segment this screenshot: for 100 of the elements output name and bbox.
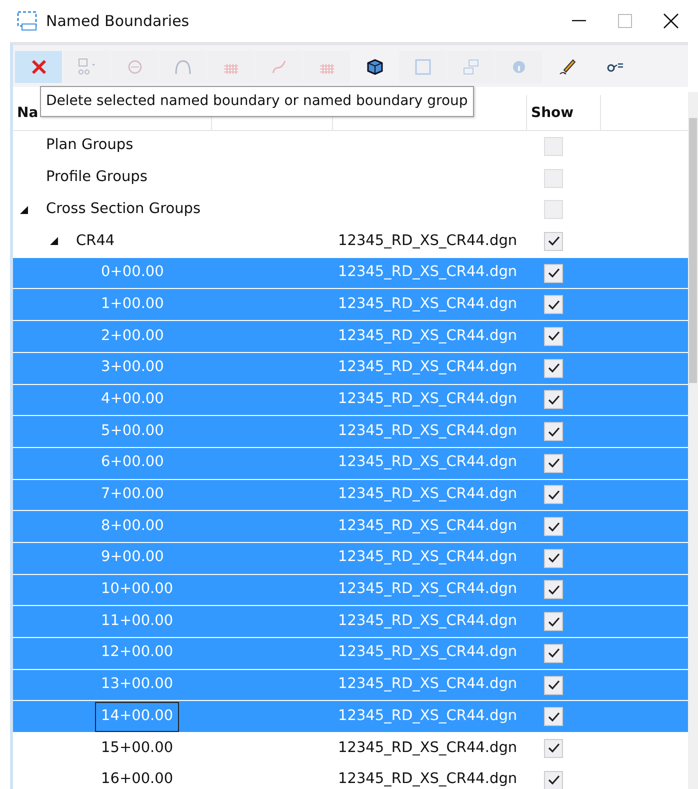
row-name: 13+00.00 (100, 675, 174, 694)
show-checkbox[interactable] (544, 707, 563, 726)
checkmark-icon (548, 712, 560, 722)
row-name: Profile Groups (45, 168, 148, 188)
row-name: 16+00.00 (100, 770, 174, 789)
close-icon (663, 13, 679, 29)
show-checkbox[interactable] (544, 517, 563, 536)
show-checkbox[interactable] (544, 264, 563, 283)
row-name: Plan Groups (45, 136, 134, 156)
file-name: 12345_RD_XS_CR44.dgn (338, 232, 518, 249)
show-checkbox[interactable] (544, 738, 563, 758)
row-name: 10+00.00 (100, 580, 174, 600)
checkmark-icon (548, 458, 560, 468)
checkmark-icon (548, 331, 560, 342)
checkmark-icon (548, 584, 560, 595)
delete-button[interactable] (15, 51, 62, 83)
show-checkbox[interactable] (544, 676, 563, 695)
checkmark-icon (548, 268, 560, 278)
checkmark-icon (548, 775, 560, 786)
minimize-icon (572, 20, 586, 22)
tree-row[interactable]: 12+00.00 12345_RD_XS_CR44.dgn (13, 638, 688, 670)
expanded-arrow-icon[interactable] (19, 204, 29, 215)
row-name: 2+00.00 (100, 326, 165, 346)
show-checkbox[interactable] (544, 548, 563, 568)
show-checkbox[interactable] (544, 485, 563, 504)
row-name: 7+00.00 (100, 485, 165, 504)
show-checkbox[interactable] (544, 644, 563, 663)
tree-row[interactable]: Cross Section Groups (13, 194, 688, 226)
checkmark-icon (548, 236, 560, 246)
show-checkbox[interactable] (544, 612, 563, 632)
tree-row[interactable]: CR44 12345_RD_XS_CR44.dgn (13, 226, 688, 258)
row-name: 1+00.00 (100, 294, 165, 314)
delete-tooltip: Delete selected named boundary or named boundary group (40, 86, 474, 117)
tree-row[interactable]: 15+00.00 12345_RD_XS_CR44.dgn (13, 733, 688, 765)
checkmark-icon (548, 300, 560, 310)
checkmark-icon (548, 394, 560, 405)
tree-row[interactable]: Plan Groups (13, 131, 688, 163)
curve-icon (270, 58, 288, 76)
show-checkbox[interactable] (544, 580, 563, 600)
checkmark-icon (548, 680, 560, 690)
column-header[interactable]: Show (531, 105, 574, 121)
frame-icon (414, 58, 432, 76)
tree-row[interactable]: 1+00.00 12345_RD_XS_CR44.dgn (13, 289, 688, 322)
tree-row[interactable]: 10+00.00 12345_RD_XS_CR44.dgn (13, 574, 688, 606)
maximize-icon (618, 14, 632, 28)
row-name: Cross Section Groups (45, 200, 202, 219)
show-checkbox[interactable] (544, 295, 563, 314)
tree-row[interactable]: 6+00.00 12345_RD_XS_CR44.dgn (13, 448, 688, 480)
show-checkbox[interactable] (544, 168, 563, 188)
file-name: 12345_RD_XS_CR44.dgn (338, 518, 518, 534)
row-name: 15+00.00 (100, 738, 174, 758)
tree-row[interactable]: 13+00.00 12345_RD_XS_CR44.dgn (13, 670, 688, 702)
show-checkbox[interactable] (544, 454, 563, 473)
tree-row[interactable]: Profile Groups (13, 162, 688, 194)
file-name: 12345_RD_XS_CR44.dgn (338, 581, 518, 598)
show-checkbox[interactable] (544, 136, 563, 156)
show-checkbox[interactable] (544, 326, 563, 346)
row-name: 12+00.00 (100, 643, 174, 662)
show-checkbox[interactable] (544, 200, 563, 220)
row-name: 5+00.00 (100, 422, 165, 441)
file-name: 12345_RD_XS_CR44.dgn (338, 644, 518, 660)
delete-icon (30, 58, 48, 76)
tree-row[interactable]: 7+00.00 12345_RD_XS_CR44.dgn (13, 480, 688, 512)
tree-row[interactable]: 16+00.00 12345_RD_XS_CR44.dgn (13, 764, 688, 789)
row-name: 11+00.00 (100, 612, 174, 631)
row-name: 4+00.00 (100, 390, 165, 409)
checkmark-icon (548, 648, 560, 658)
show-checkbox[interactable] (544, 770, 563, 789)
tree-row[interactable]: 11+00.00 12345_RD_XS_CR44.dgn (13, 606, 688, 638)
scrollbar-thumb[interactable] (689, 118, 697, 383)
row-name: CR44 (75, 232, 116, 251)
checkmark-icon (548, 426, 560, 437)
column-header[interactable]: Na (17, 105, 38, 121)
pencil-icon (558, 58, 576, 76)
tree-row[interactable]: 5+00.00 12345_RD_XS_CR44.dgn (13, 416, 688, 448)
tree-row[interactable]: 2+00.00 12345_RD_XS_CR44.dgn (13, 321, 688, 353)
row-name: 9+00.00 (100, 548, 165, 568)
file-name: 12345_RD_XS_CR44.dgn (338, 771, 518, 788)
move-icon (462, 58, 480, 76)
row-name: 14+00.00 (95, 702, 180, 732)
show-checkbox[interactable] (544, 390, 563, 410)
window-title: Named Boundaries (46, 10, 190, 32)
tree-row[interactable]: 3+00.00 12345_RD_XS_CR44.dgn (13, 352, 688, 384)
arc-icon (174, 58, 192, 76)
tree-row[interactable]: 4+00.00 12345_RD_XS_CR44.dgn (13, 384, 688, 416)
file-name: 12345_RD_XS_CR44.dgn (338, 612, 518, 629)
tree-row[interactable]: 9+00.00 12345_RD_XS_CR44.dgn (13, 542, 688, 575)
show-checkbox[interactable] (544, 422, 563, 442)
tree-row[interactable]: 14+00.00 12345_RD_XS_CR44.dgn (13, 701, 688, 734)
tree-row[interactable]: 0+00.00 12345_RD_XS_CR44.dgn (13, 258, 688, 290)
row-name: 0+00.00 (100, 263, 165, 282)
show-checkbox[interactable] (544, 232, 563, 251)
file-name: 12345_RD_XS_CR44.dgn (338, 740, 518, 756)
checkmark-icon (548, 490, 560, 500)
checkmark-icon (548, 616, 560, 627)
row-name: 3+00.00 (100, 358, 165, 378)
show-checkbox[interactable] (544, 358, 563, 378)
tree-row[interactable]: 8+00.00 12345_RD_XS_CR44.dgn (13, 511, 688, 543)
expanded-arrow-icon[interactable] (49, 236, 59, 246)
file-name: 12345_RD_XS_CR44.dgn (338, 454, 518, 470)
